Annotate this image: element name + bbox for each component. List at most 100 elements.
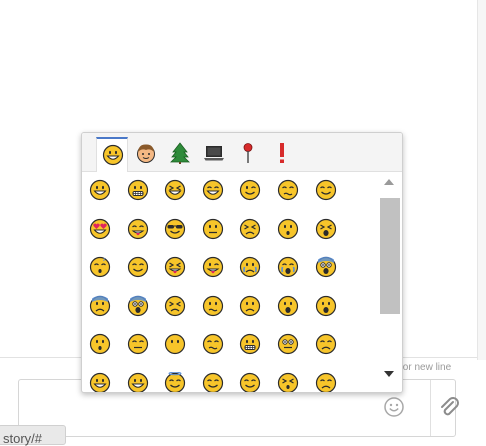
emoji-yum[interactable] [120, 211, 158, 249]
emoji-open-mouth[interactable] [270, 288, 308, 326]
fearful-face-icon [315, 256, 336, 278]
paperclip-icon [441, 397, 459, 416]
emoji-sob[interactable] [270, 249, 308, 287]
emoji-grimacing[interactable] [232, 326, 270, 364]
emoji-dizzy[interactable] [270, 365, 308, 392]
page-scrollbar[interactable] [477, 0, 486, 360]
emoji-innocent[interactable] [157, 365, 195, 392]
open-mouth-face-icon [277, 295, 299, 316]
cold-sweat-face-icon [89, 295, 111, 316]
emoji-confused[interactable] [195, 288, 233, 326]
emoji-grid-scrollbar[interactable] [378, 172, 402, 392]
emoji-fearful[interactable] [308, 249, 346, 287]
emoji-blush[interactable] [308, 172, 346, 210]
cry-face-icon [240, 256, 261, 278]
sob-face-icon [277, 256, 299, 278]
emoji-angry[interactable] [157, 288, 195, 326]
emoji-sunglasses[interactable] [157, 211, 195, 249]
emoji-anguished[interactable] [308, 288, 346, 326]
sunglasses-face-icon [165, 218, 186, 239]
confused-face-icon [202, 295, 223, 316]
anguished-face-icon [315, 295, 336, 316]
emoji-cry[interactable] [232, 249, 270, 287]
blush-face-icon [315, 179, 336, 201]
emoji-relieved[interactable] [232, 365, 270, 392]
grin-face-icon [127, 179, 148, 201]
dizzy-face-icon [277, 372, 299, 392]
sweat-face-icon [315, 372, 336, 392]
wink-face-icon [240, 179, 261, 201]
yum-face-icon [127, 218, 148, 239]
status-url-tab: story/# [0, 425, 66, 445]
scroll-thumb[interactable] [380, 198, 400, 314]
emoji-grid: z [82, 172, 378, 392]
emoji-wink[interactable] [232, 172, 270, 210]
innocent-face-icon [165, 371, 186, 392]
emoji-tongue-closed[interactable] [157, 249, 195, 287]
pensive-face-icon [315, 333, 336, 355]
emoji-category-tabs [82, 133, 402, 172]
smiley-outline-icon [384, 397, 404, 417]
emoji-pensive[interactable] [308, 326, 346, 364]
emoji-sleeping[interactable]: z [82, 249, 120, 287]
attach-button[interactable] [437, 396, 461, 420]
expressionless-face-icon [127, 333, 148, 355]
emoji-tired[interactable] [308, 211, 346, 249]
tongue-closed-face-icon [165, 256, 186, 278]
grinning-face-icon [102, 144, 124, 166]
tab-smileys[interactable] [96, 137, 128, 172]
flushed-face-icon [277, 333, 299, 355]
frowning-face-icon [240, 295, 261, 316]
scroll-down-arrow[interactable] [384, 371, 394, 377]
emoji-smile[interactable] [195, 365, 233, 392]
emoji-picker: z [81, 132, 403, 393]
scroll-up-arrow[interactable] [384, 179, 394, 185]
emoji-sweat-smile[interactable] [82, 365, 120, 392]
frowning-open-face-icon [89, 333, 111, 355]
emoji-scream[interactable] [120, 288, 158, 326]
emoji-expressionless[interactable] [120, 326, 158, 364]
tab-objects[interactable] [198, 137, 230, 169]
emoji-button[interactable] [383, 396, 405, 418]
smirk-face-icon [277, 179, 299, 201]
tab-nature[interactable] [164, 137, 196, 169]
emoji-sweat-smile[interactable] [120, 365, 158, 392]
laptop-icon [204, 146, 224, 161]
sleeping-face-icon: z [89, 256, 111, 278]
emoji-laughing[interactable] [157, 172, 195, 210]
tab-places[interactable] [232, 137, 264, 169]
emoji-frowning[interactable] [232, 288, 270, 326]
hushed-face-icon [277, 218, 299, 239]
laughing-face-icon [165, 179, 186, 201]
relieved-face-icon [127, 256, 148, 278]
emoji-unamused[interactable] [195, 326, 233, 364]
emoji-persevere[interactable] [232, 211, 270, 249]
emoji-sweat[interactable] [308, 365, 346, 392]
emoji-smirk[interactable] [270, 172, 308, 210]
emoji-grin[interactable] [120, 172, 158, 210]
emoji-neutral[interactable] [195, 211, 233, 249]
emoji-hushed[interactable] [270, 211, 308, 249]
scream-face-icon [127, 295, 148, 316]
emoji-joy[interactable] [195, 172, 233, 210]
tab-people[interactable] [130, 137, 162, 169]
relieved-face-icon [240, 372, 261, 392]
round-pushpin-icon [243, 143, 253, 163]
emoji-grinning[interactable] [82, 172, 120, 210]
emoji-relieved[interactable] [120, 249, 158, 287]
tab-symbols[interactable] [266, 137, 298, 169]
emoji-flushed[interactable] [270, 326, 308, 364]
emoji-no-mouth[interactable] [157, 326, 195, 364]
grinning-face-icon [89, 179, 111, 201]
emoji-frowning-open[interactable] [82, 326, 120, 364]
composer-separator [430, 380, 431, 436]
emoji-cold-sweat[interactable] [82, 288, 120, 326]
emoji-heart-eyes[interactable] [82, 211, 120, 249]
sweat-smile-face-icon [89, 372, 111, 392]
emoji-tongue-wink[interactable] [195, 249, 233, 287]
sweat-smile-face-icon [127, 372, 148, 392]
persevere-face-icon [240, 218, 261, 239]
angry-face-icon [165, 295, 186, 316]
smile-face-icon [202, 372, 223, 392]
no-mouth-face-icon [165, 333, 186, 355]
